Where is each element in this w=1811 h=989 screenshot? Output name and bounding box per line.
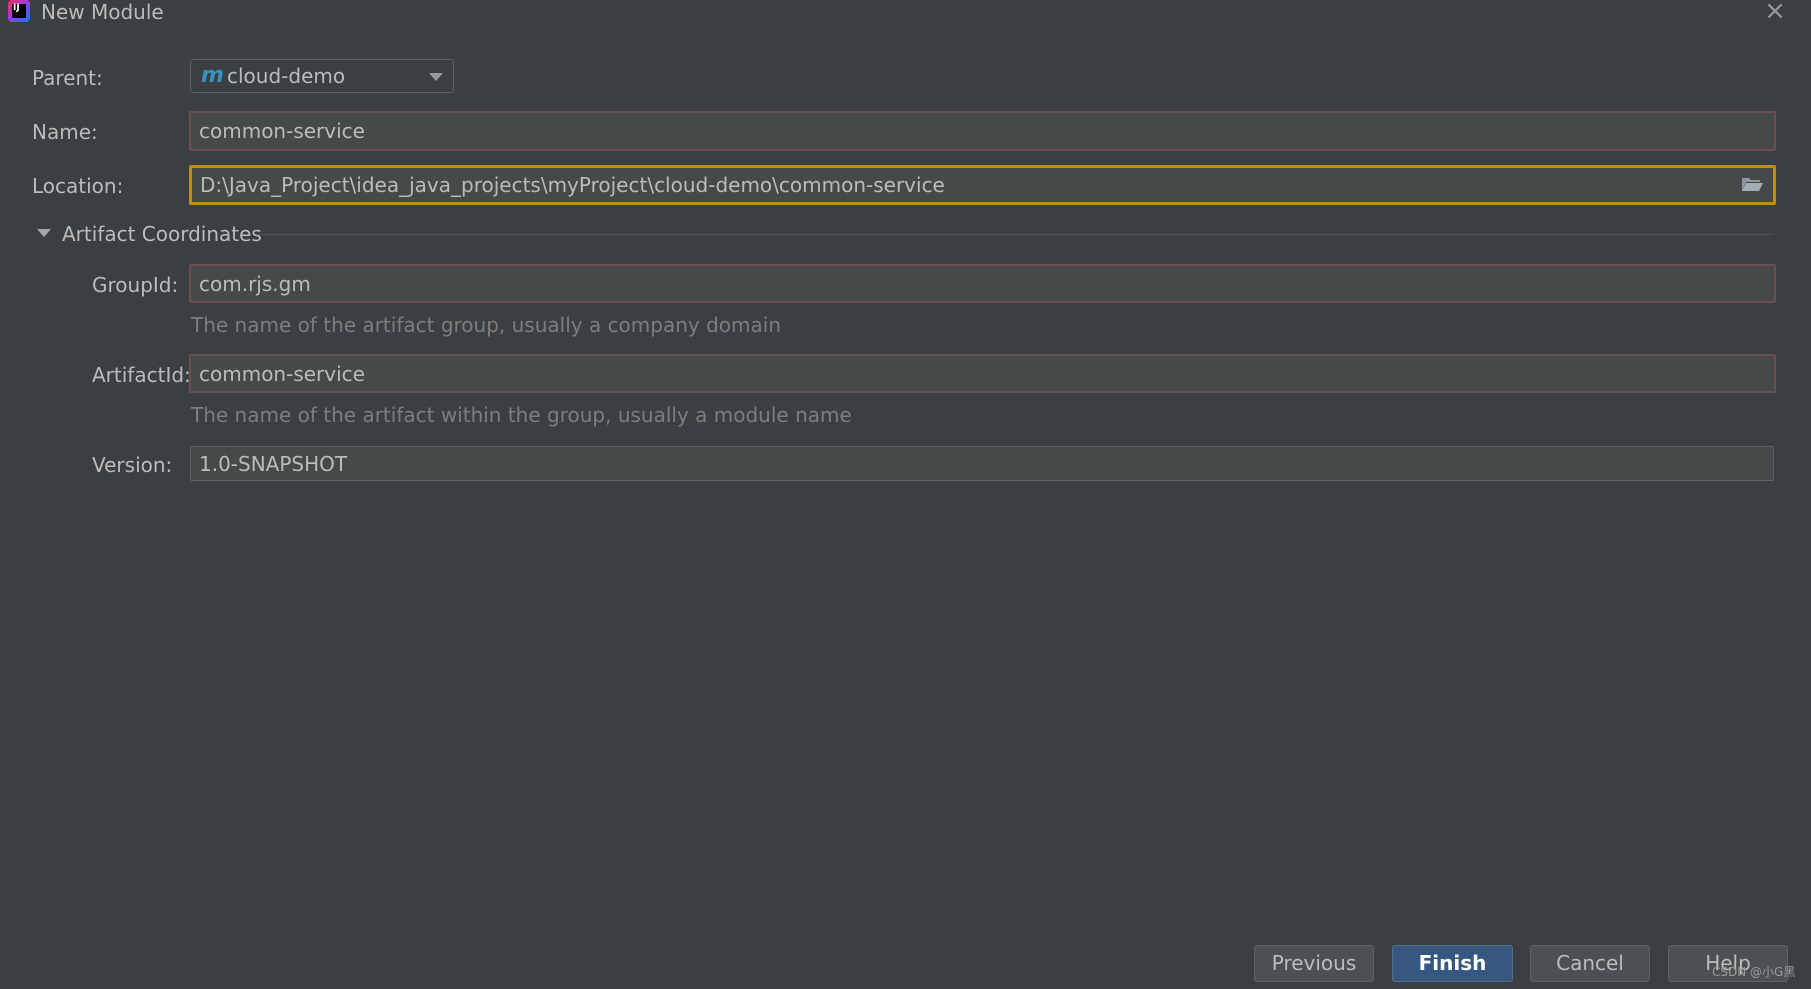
version-label: Version:: [92, 453, 173, 477]
folder-icon[interactable]: [1742, 177, 1763, 191]
close-icon[interactable]: ×: [1761, 0, 1789, 24]
groupid-value: com.rjs.gm: [199, 271, 311, 296]
intellij-app-icon: IJ: [8, 0, 30, 22]
artifactid-value: common-service: [199, 361, 365, 386]
section-separator: [256, 234, 1774, 235]
parent-label: Parent:: [32, 66, 103, 90]
location-field[interactable]: D:\Java_Project\idea_java_projects\myPro…: [189, 165, 1776, 205]
artifactid-field[interactable]: common-service: [189, 354, 1776, 393]
window-title: New Module: [41, 0, 164, 24]
location-label: Location:: [32, 174, 124, 198]
collapse-triangle-icon[interactable]: [37, 229, 51, 237]
name-value: common-service: [199, 119, 365, 143]
name-label: Name:: [32, 120, 98, 144]
location-value: D:\Java_Project\idea_java_projects\myPro…: [200, 173, 945, 197]
artifactid-hint: The name of the artifact within the grou…: [191, 403, 852, 427]
chevron-down-icon: [429, 73, 443, 81]
previous-button[interactable]: Previous: [1254, 945, 1374, 982]
artifactid-label: ArtifactId:: [92, 363, 191, 387]
version-value: 1.0-SNAPSHOT: [199, 451, 348, 476]
name-field[interactable]: common-service: [189, 111, 1776, 151]
groupid-field[interactable]: com.rjs.gm: [189, 264, 1776, 303]
artifact-section-title[interactable]: Artifact Coordinates: [62, 222, 262, 246]
watermark: CSDN @小G黑: [1712, 965, 1796, 979]
version-field[interactable]: 1.0-SNAPSHOT: [190, 446, 1774, 481]
parent-value: cloud-demo: [227, 64, 346, 88]
groupid-label: GroupId:: [92, 273, 179, 297]
finish-button[interactable]: Finish: [1392, 945, 1513, 982]
parent-select[interactable]: m cloud-demo: [190, 59, 454, 93]
groupid-hint: The name of the artifact group, usually …: [191, 313, 781, 337]
maven-icon: m: [201, 63, 224, 88]
cancel-button[interactable]: Cancel: [1530, 945, 1650, 982]
title-bar: IJ New Module ×: [0, 0, 1811, 28]
